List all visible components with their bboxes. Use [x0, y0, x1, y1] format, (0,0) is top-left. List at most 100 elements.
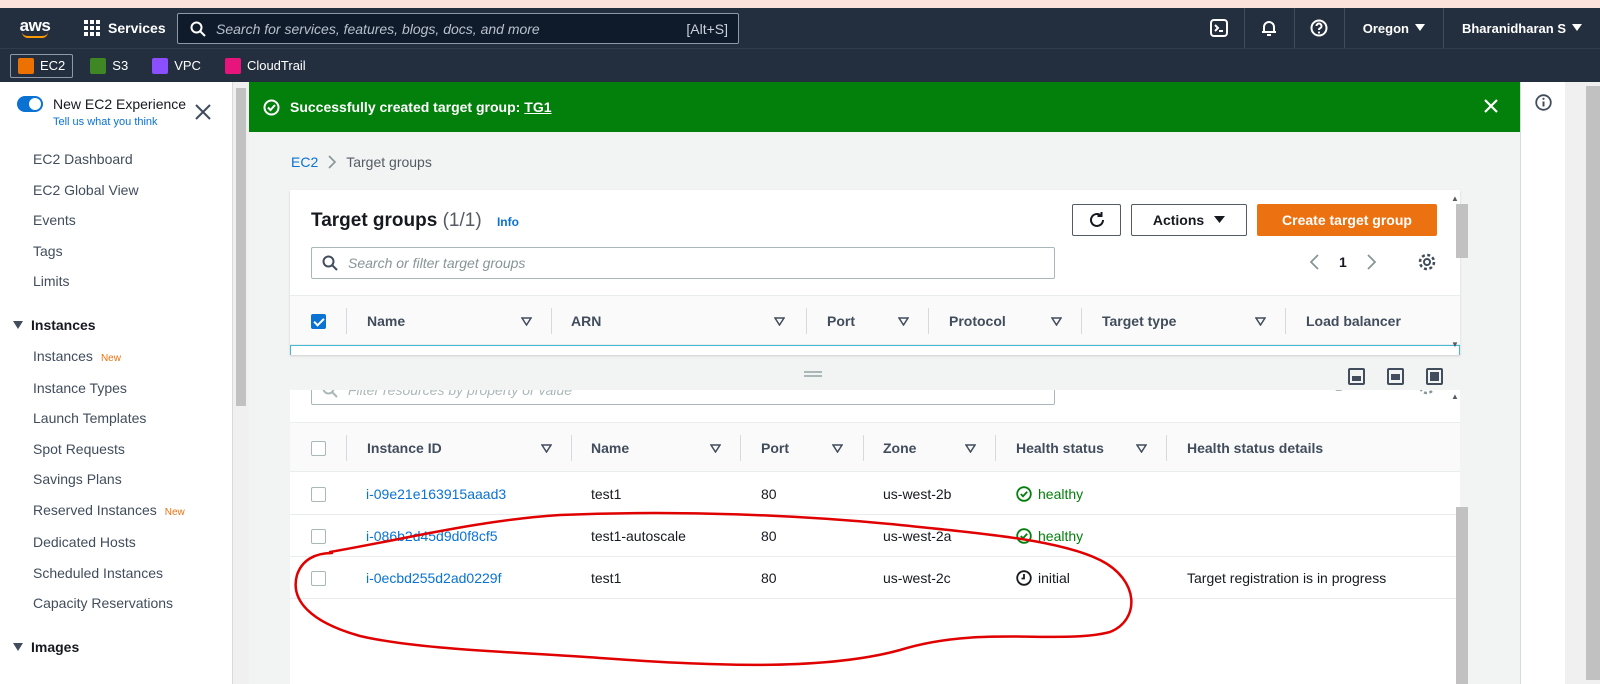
target-zone: us-west-2b	[883, 486, 952, 502]
select-all-checkbox[interactable]	[311, 313, 326, 329]
cloudtrail-service-icon	[224, 57, 241, 74]
split-panel-drag-handle[interactable]	[804, 371, 822, 377]
help-button[interactable]	[1295, 8, 1345, 48]
column-header-arn[interactable]: ARN	[571, 296, 785, 346]
terminal-icon	[1210, 19, 1229, 37]
row-checkbox[interactable]	[311, 570, 326, 586]
targets-filter-input[interactable]: Filter resources by property or value	[311, 390, 1055, 405]
row-checkbox[interactable]	[311, 528, 326, 544]
favorite-ec2[interactable]: EC2	[10, 53, 74, 78]
sidebar-item-ec2-global-view[interactable]: EC2 Global View	[33, 182, 139, 198]
scroll-up-arrow[interactable]: ▲	[1451, 392, 1459, 401]
breadcrumb-current: Target groups	[346, 154, 432, 170]
sidebar-item-dedicated-hosts[interactable]: Dedicated Hosts	[33, 534, 136, 550]
gear-icon[interactable]	[1417, 390, 1437, 396]
sidebar-item-tags[interactable]: Tags	[33, 243, 63, 259]
instance-id-link[interactable]: i-09e21e163915aaad3	[366, 473, 506, 515]
instance-id-link[interactable]: i-086b2d45d9d0f8cf5	[366, 515, 498, 557]
sidebar-section-instances[interactable]: Instances	[13, 317, 96, 333]
favorites-bar: EC2 S3 VPC CloudTrail	[0, 48, 1600, 82]
breadcrumb-ec2[interactable]: EC2	[291, 154, 318, 170]
sidebar-item-launch-templates[interactable]: Launch Templates	[33, 410, 146, 426]
scroll-up-arrow[interactable]: ▲	[1451, 194, 1459, 203]
sidebar-item-limits[interactable]: Limits	[33, 273, 70, 289]
column-header-name[interactable]: Name	[367, 296, 532, 346]
page-scroll-thumb[interactable]	[1586, 86, 1600, 680]
sidebar-item-scheduled-instances[interactable]: Scheduled Instances	[33, 565, 163, 581]
page-number[interactable]: 1	[1335, 390, 1343, 394]
column-header-zone[interactable]: Zone	[883, 423, 976, 473]
new-experience-toggle[interactable]	[17, 96, 43, 112]
page-scrollbar[interactable]	[1565, 82, 1600, 684]
favorite-vpc[interactable]: VPC	[145, 55, 208, 77]
sidebar-scrollbar[interactable]	[233, 82, 249, 684]
column-header-load-balancer[interactable]: Load balancer	[1306, 296, 1401, 346]
panel-scroll-thumb[interactable]	[1456, 204, 1468, 258]
actions-button[interactable]: Actions	[1131, 204, 1247, 236]
targets-scroll-thumb[interactable]	[1456, 507, 1468, 684]
instance-id-link[interactable]: i-0ecbd255d2ad0229f	[366, 557, 501, 599]
info-icon[interactable]	[1535, 94, 1552, 111]
caret-down-icon	[13, 321, 23, 329]
sidebar-item-instances[interactable]: Instances New	[33, 348, 121, 364]
table-row[interactable]: i-086b2d45d9d0f8cf5 test1-autoscale 80 u…	[290, 515, 1460, 557]
split-full-icon[interactable]	[1426, 368, 1443, 385]
refresh-button[interactable]	[1072, 204, 1121, 236]
target-groups-search-input[interactable]: Search or filter target groups	[311, 247, 1055, 279]
sidebar-section-images[interactable]: Images	[13, 639, 79, 655]
health-status: initial	[1016, 557, 1070, 599]
column-header-protocol[interactable]: Protocol	[949, 296, 1062, 346]
sidebar-item-savings-plans[interactable]: Savings Plans	[33, 471, 122, 487]
services-menu-button[interactable]: Services	[84, 20, 166, 36]
column-separator	[551, 308, 552, 334]
aws-logo[interactable]: aws	[18, 17, 52, 38]
info-link[interactable]: Info	[497, 215, 519, 229]
sidebar: New EC2 Experience Tell us what you thin…	[0, 82, 233, 684]
notifications-button[interactable]	[1245, 8, 1295, 48]
column-header-port[interactable]: Port	[827, 296, 909, 346]
row-checkbox[interactable]	[311, 486, 326, 502]
close-icon[interactable]	[1482, 97, 1500, 115]
row-checkbox-cell	[311, 515, 326, 557]
close-icon[interactable]	[193, 102, 213, 122]
selection-count: (1/1)	[442, 210, 482, 231]
sidebar-item-capacity-reservations[interactable]: Capacity Reservations	[33, 595, 173, 611]
flash-target-group-link[interactable]: TG1	[524, 99, 551, 115]
column-header-instance-id[interactable]: Instance ID	[367, 423, 552, 473]
chevron-right-icon[interactable]	[1367, 254, 1376, 270]
caret-down-icon	[1572, 24, 1582, 31]
chevron-right-icon[interactable]: ›	[1362, 390, 1367, 394]
refresh-icon	[1089, 212, 1104, 227]
column-header-health-status[interactable]: Health status	[1016, 423, 1147, 473]
column-header-target-type[interactable]: Target type	[1102, 296, 1266, 346]
scroll-down-arrow[interactable]: ▼	[1451, 340, 1459, 349]
chevron-left-icon[interactable]	[1310, 254, 1319, 270]
sidebar-item-instance-types[interactable]: Instance Types	[33, 380, 127, 396]
chevron-left-icon[interactable]: ‹	[1310, 390, 1315, 394]
cloudshell-button[interactable]	[1195, 8, 1245, 48]
global-search-input[interactable]: Search for services, features, blogs, do…	[177, 13, 739, 44]
sidebar-item-ec2-dashboard[interactable]: EC2 Dashboard	[33, 151, 133, 167]
create-target-group-button[interactable]: Create target group	[1257, 204, 1437, 236]
sidebar-scroll-thumb[interactable]	[236, 88, 246, 406]
column-header-name[interactable]: Name	[591, 423, 721, 473]
favorite-cloudtrail[interactable]: CloudTrail	[218, 55, 313, 77]
table-row[interactable]: i-0ecbd255d2ad0229f test1 80 us-west-2c …	[290, 557, 1460, 599]
sort-icon	[1136, 443, 1147, 453]
split-side-icon[interactable]	[1387, 368, 1404, 385]
sidebar-item-spot-requests[interactable]: Spot Requests	[33, 441, 125, 457]
account-menu[interactable]: Bharanidharan S	[1444, 8, 1600, 48]
column-header-port[interactable]: Port	[761, 423, 843, 473]
region-selector[interactable]: Oregon	[1345, 8, 1444, 48]
gear-icon[interactable]	[1417, 252, 1437, 272]
sidebar-item-reserved-instances[interactable]: Reserved Instances New	[33, 502, 185, 518]
sidebar-item-events[interactable]: Events	[33, 212, 76, 228]
column-header-health-status-details[interactable]: Health status details	[1187, 423, 1323, 473]
favorite-s3[interactable]: S3	[83, 55, 135, 77]
page-number[interactable]: 1	[1339, 254, 1347, 270]
ec2-service-icon	[18, 57, 34, 74]
table-row[interactable]: i-09e21e163915aaad3 test1 80 us-west-2b …	[290, 473, 1460, 515]
split-bottom-icon[interactable]	[1348, 368, 1365, 385]
feedback-link[interactable]: Tell us what you think	[53, 116, 158, 128]
select-all-checkbox[interactable]	[311, 440, 326, 456]
